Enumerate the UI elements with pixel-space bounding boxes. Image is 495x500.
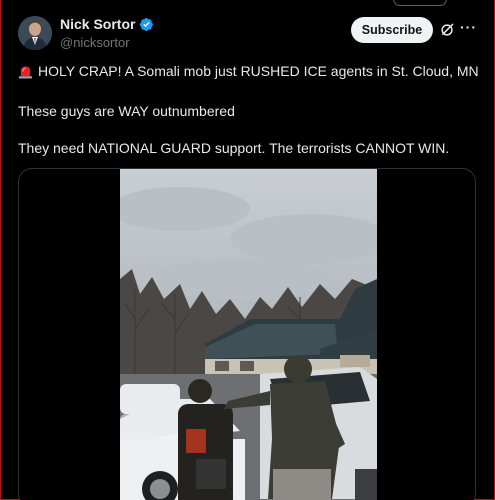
video-frame[interactable] <box>120 169 377 500</box>
author-handle[interactable]: @nicksortor <box>60 35 130 50</box>
more-icon[interactable]: ··· <box>460 20 480 38</box>
avatar-image <box>18 16 52 50</box>
verified-badge-icon <box>140 17 154 31</box>
author-name-row[interactable]: Nick Sortor <box>60 16 154 32</box>
post-text-line-1: HOLY CRAP! A Somali mob just RUSHED ICE … <box>18 63 479 79</box>
police-siren-emoji-icon <box>18 65 33 79</box>
video-player[interactable] <box>18 168 476 500</box>
post-text-line-3: They need NATIONAL GUARD support. The te… <box>18 140 450 156</box>
author-name[interactable]: Nick Sortor <box>60 16 135 32</box>
post-text-line-2: These guys are WAY outnumbered <box>18 103 235 119</box>
subscribe-button[interactable]: Subscribe <box>351 17 433 43</box>
post-text-line-1-text: HOLY CRAP! A Somali mob just RUSHED ICE … <box>38 63 479 79</box>
avatar[interactable] <box>18 16 52 50</box>
previous-post-button-edge <box>393 0 447 6</box>
grok-icon[interactable] <box>440 22 455 37</box>
